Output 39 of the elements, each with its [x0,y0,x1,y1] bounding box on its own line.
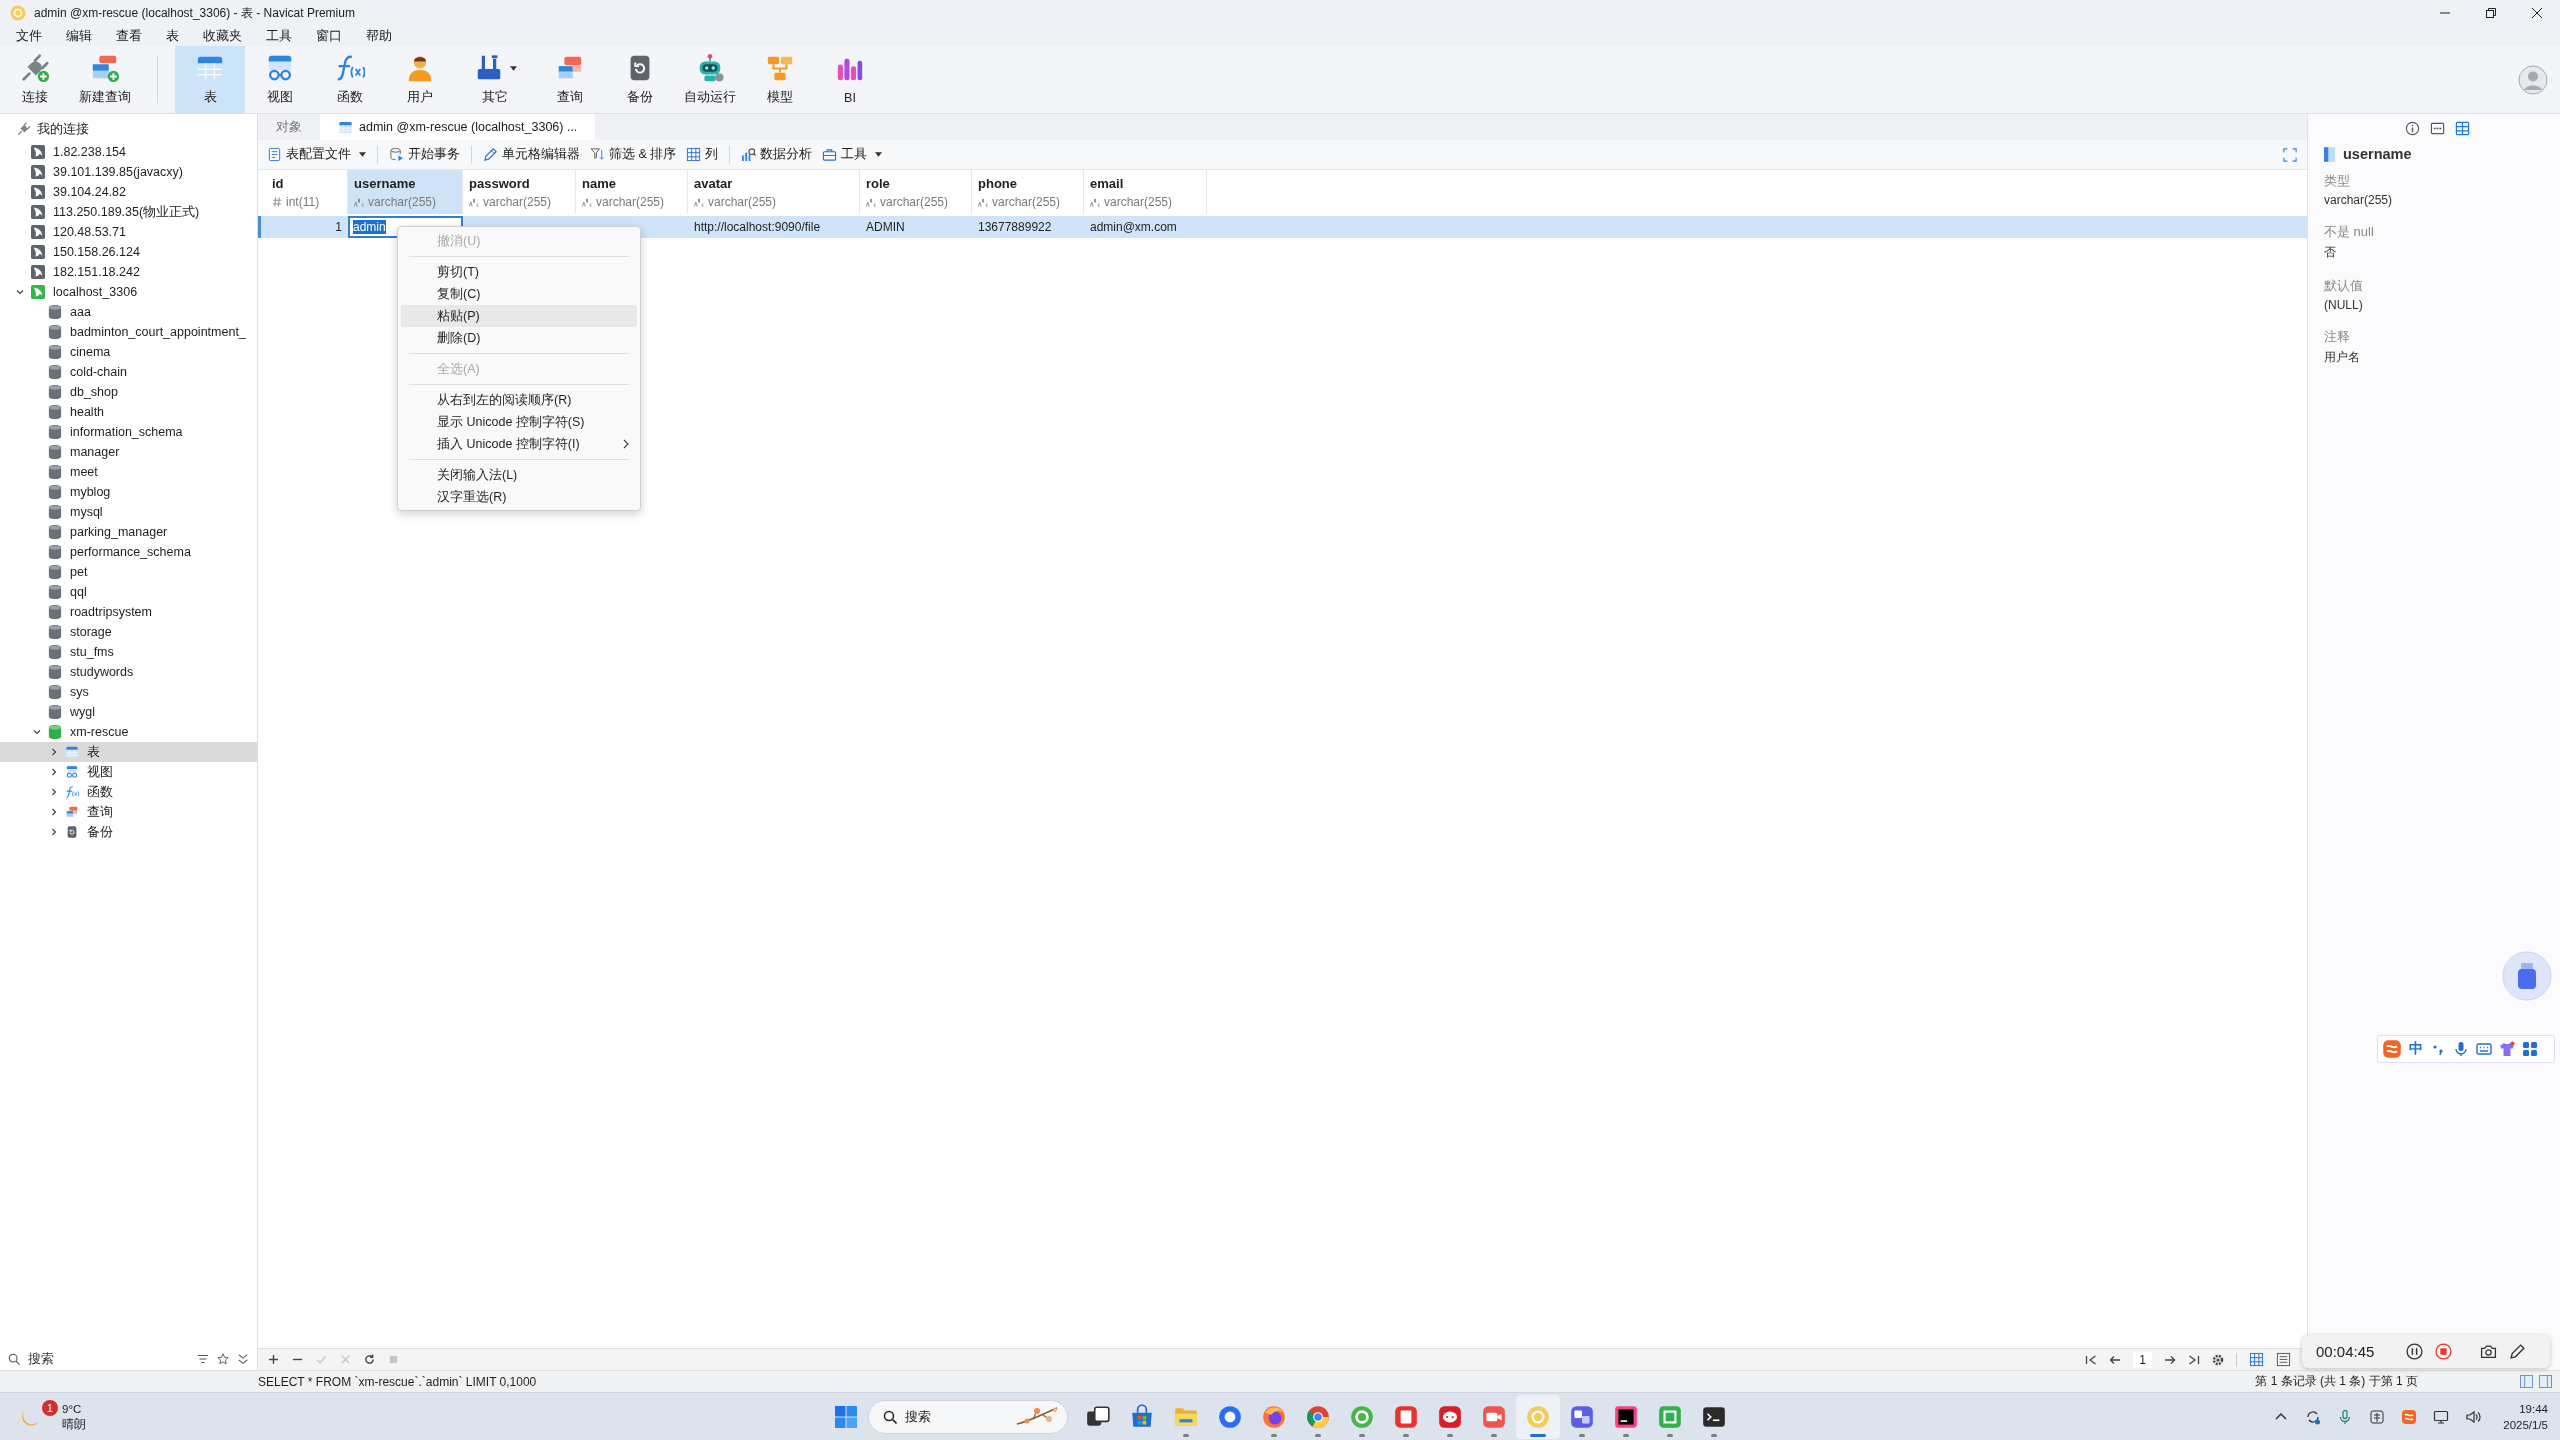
status-query: SELECT * FROM `xm-rescue`.`admin` LIMIT 0,1000 [258,1374,537,1389]
column-name: phone [978,175,1018,191]
column-type: varchar(255) [368,194,437,209]
table-cell-text: admin@xm.com [1089,219,1178,236]
field-name: username [2343,146,2412,162]
property-label: 默认值 [2324,277,2364,295]
property-value: 否 [2324,244,2337,261]
table-cell-text: 13677889922 [977,219,1053,236]
record-count: 第 1 条记录 (共 1 条) 于第 1 页 [2255,1373,2418,1390]
property-value: varchar(255) [2324,193,2394,207]
column-type: varchar(255) [880,194,949,209]
column-name: username [354,175,417,191]
property-label: 注释 [2324,328,2351,346]
column-type: varchar(255) [708,194,777,209]
recording-time: 00:04:45 [2316,1343,2375,1360]
table-cell-text: http://localhost:9090/file [693,219,822,236]
property-value: (NULL) [2324,298,2364,312]
column-type: int(11) [286,194,320,209]
column-type: varchar(255) [992,194,1061,209]
column-type: varchar(255) [483,194,552,209]
weather-condition: 晴朗 [62,1416,86,1432]
column-type: varchar(255) [596,194,665,209]
column-type: varchar(255) [1104,194,1173,209]
window-title: admin @xm-rescue (localhost_3306) - 表 - Navicat Premium [34,4,355,22]
column-name: role [866,175,891,191]
clock-time: 19:44 [2519,1401,2548,1417]
property-label: 类型 [2324,172,2351,190]
column-name: password [469,175,531,191]
clock-date: 2025/1/5 [2503,1417,2548,1433]
column-name: id [272,175,285,191]
table-cell-text: 1 [334,219,343,236]
temperature: 9°C [62,1401,83,1417]
property-label: 不是 null [2324,223,2375,241]
column-name: name [582,175,617,191]
notification-badge: 1 [42,1399,58,1416]
property-value: 用户名 [2324,349,2361,366]
table-cell-text: ADMIN [865,219,906,236]
column-name: avatar [694,175,734,191]
column-name: email [1090,175,1125,191]
